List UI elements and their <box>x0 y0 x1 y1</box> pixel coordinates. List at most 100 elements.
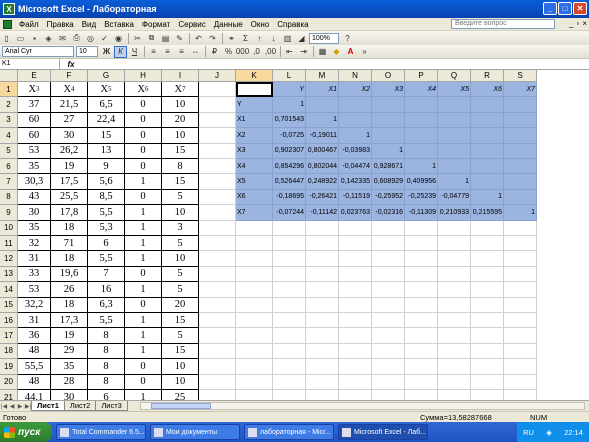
table-cell[interactable]: 10 <box>162 359 199 375</box>
grid-cell[interactable] <box>471 390 504 400</box>
matrix-value-cell[interactable] <box>504 128 537 144</box>
table-cell[interactable]: 30,3 <box>18 174 51 190</box>
table-cell[interactable]: 5,5 <box>88 205 125 221</box>
grid-cell[interactable] <box>306 282 339 298</box>
matrix-value-cell[interactable]: -0,0725 <box>273 128 306 144</box>
grid-cell[interactable] <box>504 359 537 375</box>
row-header[interactable]: 4 <box>0 128 18 144</box>
table-cell[interactable]: 31 <box>18 251 51 267</box>
grid-cell[interactable] <box>471 282 504 298</box>
matrix-row-label[interactable]: X2 <box>236 128 273 144</box>
row-header[interactable]: 9 <box>0 205 18 221</box>
grid-cell[interactable] <box>405 220 438 236</box>
matrix-row-label[interactable]: X6 <box>236 189 273 206</box>
paste-icon[interactable]: ▤ <box>159 32 172 44</box>
bold-icon[interactable]: Ж <box>100 46 113 58</box>
font-color-icon[interactable]: A <box>344 46 357 58</box>
borders-icon[interactable]: ▦ <box>316 46 329 58</box>
matrix-value-cell[interactable] <box>438 112 471 129</box>
grid-cell[interactable] <box>199 374 236 390</box>
table-cell[interactable]: 8 <box>88 343 125 360</box>
grid-cell[interactable] <box>199 359 236 375</box>
table-cell[interactable]: 8 <box>88 328 125 344</box>
increase-decimal-icon[interactable]: ,0 <box>250 46 263 58</box>
italic-icon[interactable]: К <box>114 45 127 58</box>
grid-cell[interactable] <box>306 236 339 252</box>
matrix-value-cell[interactable]: -0,07244 <box>273 205 306 221</box>
grid-cell[interactable] <box>372 220 405 236</box>
table-cell[interactable]: 60 <box>18 128 51 144</box>
select-all-corner[interactable] <box>0 70 18 82</box>
table-cell[interactable]: 48 <box>18 343 51 360</box>
grid-cell[interactable] <box>471 236 504 252</box>
matrix-value-cell[interactable] <box>438 143 471 159</box>
table-cell[interactable]: 53 <box>18 282 51 298</box>
grid-cell[interactable] <box>438 236 471 252</box>
grid-cell[interactable] <box>372 328 405 344</box>
grid-cell[interactable] <box>471 359 504 375</box>
drawing-icon[interactable]: ◢ <box>295 32 308 44</box>
table-cell[interactable]: 1 <box>125 313 162 329</box>
matrix-column-label[interactable]: X6 <box>471 82 504 98</box>
table-cell[interactable]: 15 <box>162 343 199 360</box>
format-painter-icon[interactable]: ✎ <box>173 32 186 44</box>
grid-cell[interactable] <box>236 251 273 267</box>
grid-cell[interactable] <box>306 251 339 267</box>
matrix-value-cell[interactable]: 0,210933 <box>438 205 471 221</box>
grid-cell[interactable] <box>504 266 537 283</box>
table-cell[interactable]: 20 <box>162 112 199 129</box>
grid-cell[interactable] <box>438 282 471 298</box>
table-cell[interactable]: 8,5 <box>88 189 125 206</box>
table-cell[interactable]: 53 <box>18 143 51 159</box>
grid-cell[interactable] <box>372 374 405 390</box>
table-header-cell[interactable]: X7 <box>162 82 199 98</box>
grid-cell[interactable] <box>372 266 405 283</box>
cut-icon[interactable]: ✂ <box>131 32 144 44</box>
matrix-value-cell[interactable]: -0,03983 <box>339 143 372 159</box>
row-header[interactable]: 7 <box>0 174 18 190</box>
matrix-value-cell[interactable]: 0,902307 <box>273 143 306 159</box>
font-size-select[interactable]: 10 <box>76 46 98 57</box>
matrix-column-label[interactable]: X1 <box>306 82 339 98</box>
table-cell[interactable]: 32,2 <box>18 297 51 313</box>
menu-help[interactable]: Справка <box>273 20 312 29</box>
sort-asc-icon[interactable]: ↑ <box>253 32 266 44</box>
matrix-value-cell[interactable] <box>504 174 537 190</box>
table-cell[interactable]: 36 <box>18 328 51 344</box>
table-cell[interactable]: 10 <box>162 205 199 221</box>
grid-cell[interactable] <box>199 220 236 236</box>
help-icon[interactable]: ? <box>341 32 354 44</box>
table-cell[interactable]: 5 <box>162 282 199 298</box>
column-header[interactable]: L <box>273 70 306 82</box>
grid-cell[interactable] <box>236 374 273 390</box>
grid-cell[interactable] <box>471 328 504 344</box>
table-header-cell[interactable]: X4 <box>51 82 88 98</box>
first-sheet-icon[interactable]: |◀ <box>0 403 8 410</box>
grid-cell[interactable] <box>339 359 372 375</box>
grid-cell[interactable] <box>405 282 438 298</box>
table-cell[interactable]: 43 <box>18 189 51 206</box>
table-header-cell[interactable]: X6 <box>125 82 162 98</box>
grid-cell[interactable] <box>273 220 306 236</box>
column-header[interactable]: I <box>162 70 199 82</box>
table-header-cell[interactable]: X5 <box>88 82 125 98</box>
grid-cell[interactable] <box>273 374 306 390</box>
grid-cell[interactable] <box>504 328 537 344</box>
grid-cell[interactable] <box>306 359 339 375</box>
menu-insert[interactable]: Вставка <box>100 20 138 29</box>
grid-cell[interactable] <box>199 343 236 360</box>
row-header[interactable]: 11 <box>0 236 18 252</box>
matrix-row-label[interactable]: X4 <box>236 159 273 175</box>
matrix-value-cell[interactable] <box>405 128 438 144</box>
column-header[interactable]: E <box>18 70 51 82</box>
grid-cell[interactable] <box>273 313 306 329</box>
grid-cell[interactable] <box>236 266 273 283</box>
row-header[interactable]: 14 <box>0 282 18 298</box>
column-header[interactable]: O <box>372 70 405 82</box>
column-header[interactable]: P <box>405 70 438 82</box>
percent-icon[interactable]: % <box>222 46 235 58</box>
table-cell[interactable]: 17,3 <box>51 313 88 329</box>
grid-cell[interactable] <box>372 297 405 313</box>
grid-cell[interactable] <box>471 343 504 360</box>
table-cell[interactable]: 17,5 <box>51 174 88 190</box>
